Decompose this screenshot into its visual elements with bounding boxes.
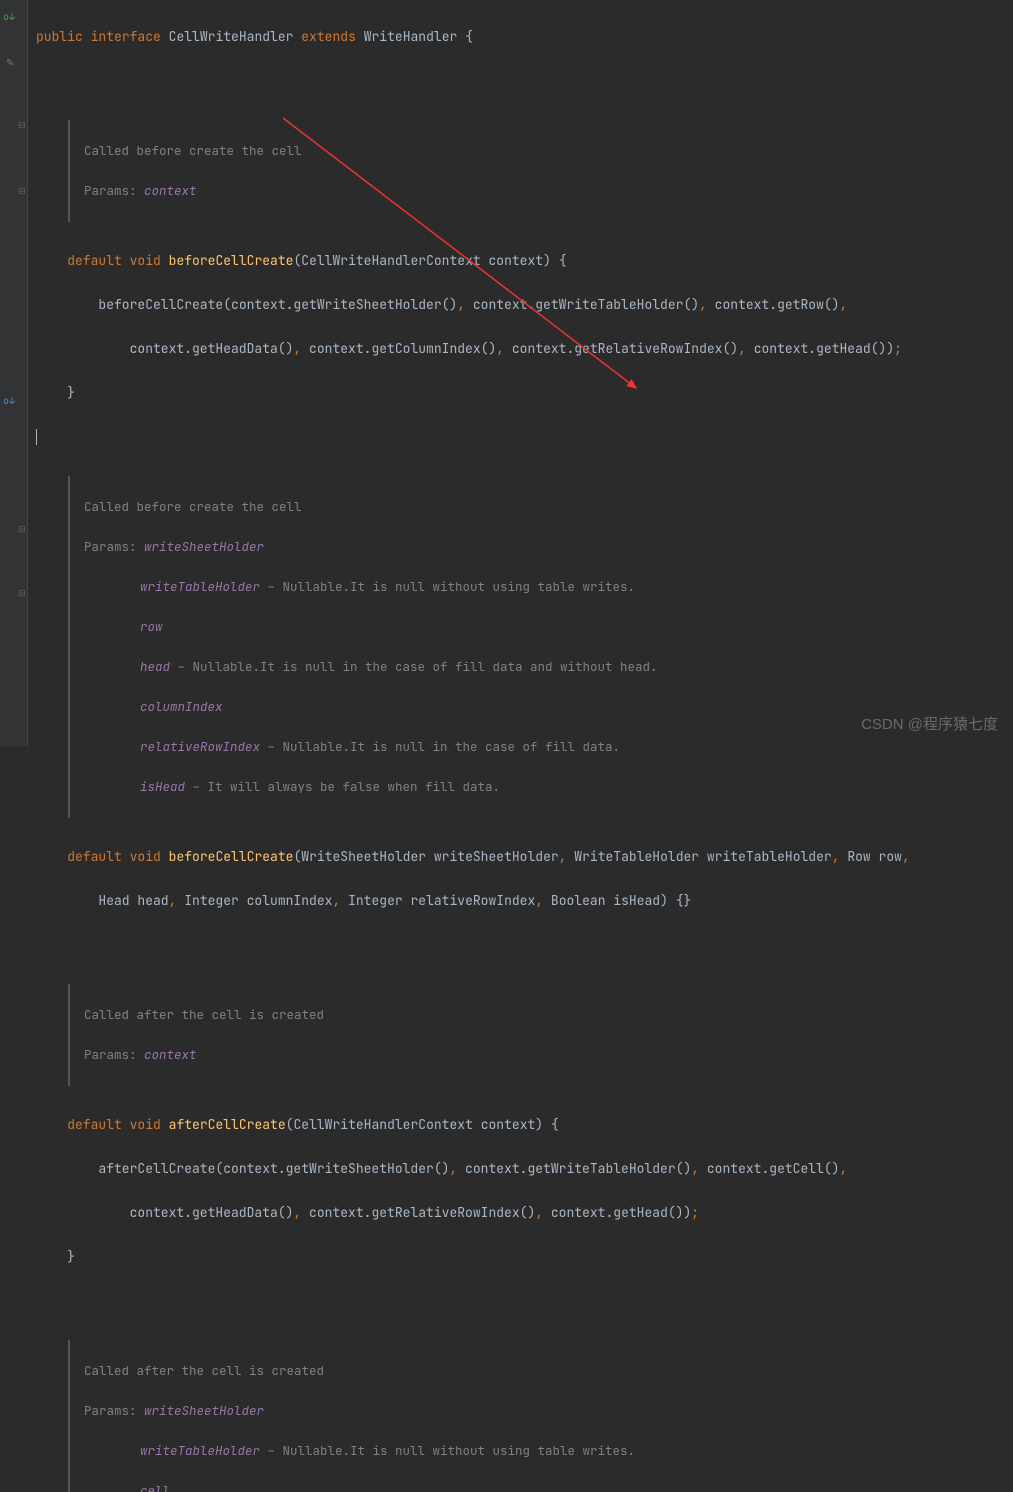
code-line: afterCellCreate(context.getWriteSheetHol… bbox=[36, 1158, 1013, 1180]
code-line: } bbox=[36, 382, 1013, 404]
code-line: context.getHeadData(), context.getColumn… bbox=[36, 338, 1013, 360]
edit-icon[interactable]: ✎ bbox=[6, 52, 18, 64]
code-line: default void beforeCellCreate(CellWriteH… bbox=[36, 250, 1013, 272]
javadoc-block: Called before create the cell Params: wr… bbox=[68, 476, 1013, 818]
code-line: default void beforeCellCreate(WriteSheet… bbox=[36, 846, 1013, 868]
gutter: o↓ ✎ ⊟ ⊟ o↓ ⊟ ⊟ bbox=[0, 0, 28, 746]
code-line: public interface CellWriteHandler extend… bbox=[36, 26, 1013, 48]
code-editor[interactable]: o↓ ✎ ⊟ ⊟ o↓ ⊟ ⊟ public interface CellWri… bbox=[0, 0, 1013, 746]
code-line bbox=[36, 426, 1013, 448]
code-line: Head head, Integer columnIndex, Integer … bbox=[36, 890, 1013, 912]
doc-summary: Called before create the cell bbox=[84, 142, 1013, 160]
doc-summary: Called before create the cell bbox=[84, 498, 1013, 516]
doc-summary: Called after the cell is created bbox=[84, 1362, 1013, 1380]
code-content[interactable]: public interface CellWriteHandler extend… bbox=[28, 0, 1013, 746]
code-line: context.getHeadData(), context.getRelati… bbox=[36, 1202, 1013, 1224]
javadoc-block: Called before create the cell Params: co… bbox=[68, 120, 1013, 222]
code-line: beforeCellCreate(context.getWriteSheetHo… bbox=[36, 294, 1013, 316]
watermark: CSDN @程序猿七度 bbox=[861, 714, 998, 736]
text-cursor bbox=[36, 429, 37, 445]
javadoc-block: Called after the cell is created Params:… bbox=[68, 984, 1013, 1086]
doc-summary: Called after the cell is created bbox=[84, 1006, 1013, 1024]
code-line: default void afterCellCreate(CellWriteHa… bbox=[36, 1114, 1013, 1136]
javadoc-block: Called after the cell is created Params:… bbox=[68, 1340, 1013, 1492]
code-line: } bbox=[36, 1246, 1013, 1268]
override-icon[interactable]: o↓ bbox=[3, 390, 15, 402]
implement-icon[interactable]: o↓ bbox=[3, 6, 15, 18]
